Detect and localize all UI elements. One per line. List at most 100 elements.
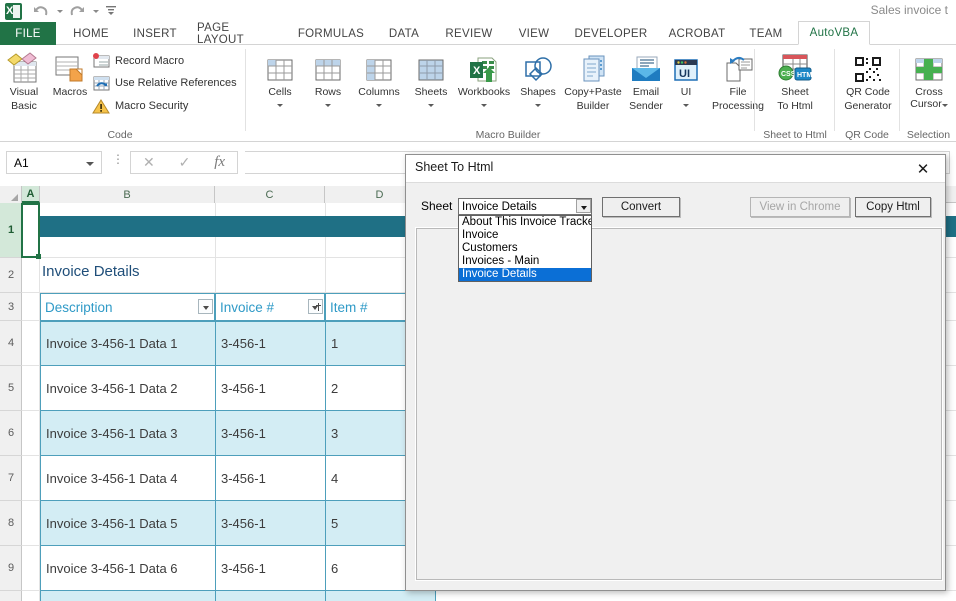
- table-cell-invoice[interactable]: [215, 590, 326, 601]
- table-cell-description[interactable]: [40, 590, 216, 601]
- convert-button[interactable]: Convert: [602, 197, 680, 217]
- shapes-dropdown-icon[interactable]: [535, 98, 541, 110]
- filter-dropdown-icon-description[interactable]: [198, 299, 213, 314]
- tab-autovba[interactable]: AutoVBA: [798, 21, 870, 45]
- table-cell-invoice[interactable]: 3-456-1: [215, 410, 326, 456]
- row-header-1[interactable]: 1: [0, 203, 22, 258]
- redo-dropdown-icon[interactable]: [92, 1, 100, 21]
- columns-dropdown-icon[interactable]: [376, 98, 382, 110]
- tab-file[interactable]: FILE: [0, 22, 56, 45]
- tab-view[interactable]: VIEW: [510, 22, 558, 45]
- checkmark-icon[interactable]: ✓: [179, 154, 191, 171]
- cross-cursor-dropdown-icon[interactable]: [942, 98, 948, 110]
- tab-acrobat[interactable]: ACROBAT: [660, 22, 734, 45]
- use-relative-references-button[interactable]: Use Relative References: [92, 73, 237, 93]
- column-header-b[interactable]: B: [40, 186, 215, 203]
- undo-icon[interactable]: [30, 1, 56, 21]
- macro-security-button[interactable]: Macro Security: [92, 96, 188, 116]
- ui-dropdown-icon[interactable]: [683, 98, 689, 110]
- dialog-title-bar[interactable]: Sheet To Html ✕: [406, 155, 945, 183]
- chevron-down-icon[interactable]: [576, 199, 591, 213]
- row-header-7[interactable]: 7: [0, 456, 22, 501]
- sheet-option-about-this-invoice-tracker[interactable]: About This Invoice Tracker: [459, 216, 591, 229]
- cancel-icon[interactable]: ✕: [143, 154, 155, 171]
- formula-bar-grip[interactable]: ⋮: [112, 153, 124, 171]
- sheet-option-invoice[interactable]: Invoice: [459, 229, 591, 242]
- select-all-corner[interactable]: [0, 186, 22, 203]
- table-cell-invoice[interactable]: 3-456-1: [215, 500, 326, 546]
- row-header-4[interactable]: 4: [0, 321, 22, 366]
- row-header-9[interactable]: 9: [0, 546, 22, 591]
- fx-icon[interactable]: fx: [214, 154, 225, 171]
- tab-page-layout[interactable]: PAGE LAYOUT: [190, 22, 284, 46]
- sheets-dropdown-icon[interactable]: [428, 98, 434, 110]
- sheets-button[interactable]: Sheets: [406, 50, 456, 110]
- sheet-to-html-icon: CSS HTML: [769, 50, 821, 84]
- sheet-select-value[interactable]: Invoice Details: [458, 198, 592, 215]
- name-box-dropdown-icon[interactable]: [86, 162, 94, 166]
- undo-dropdown-icon[interactable]: [56, 1, 64, 21]
- shapes-button[interactable]: Shapes: [512, 50, 564, 110]
- tab-formulas[interactable]: FORMULAS: [290, 22, 372, 45]
- table-cell-invoice[interactable]: 3-456-1: [215, 365, 326, 411]
- table-cell-item[interactable]: [325, 590, 436, 601]
- table-cell-invoice[interactable]: 3-456-1: [215, 545, 326, 591]
- workbooks-dropdown-icon[interactable]: [481, 98, 487, 110]
- record-macro-button[interactable]: Record Macro: [92, 51, 184, 71]
- cells-dropdown-icon[interactable]: [277, 98, 283, 110]
- redo-icon[interactable]: [66, 1, 92, 21]
- tab-home[interactable]: HOME: [62, 22, 120, 45]
- copy-paste-builder-button[interactable]: Copy+Paste Builder: [560, 50, 626, 112]
- workbooks-button[interactable]: X Workbooks: [452, 50, 516, 110]
- ribbon-group-selection: Cross Cursor Selection: [901, 45, 956, 142]
- sheet-option-invoice-details[interactable]: Invoice Details: [459, 268, 591, 281]
- column-header-a[interactable]: A: [22, 186, 40, 203]
- relative-references-icon: [92, 75, 111, 91]
- table-cell-invoice[interactable]: 3-456-1: [215, 455, 326, 501]
- quick-access-toolbar: [0, 0, 124, 22]
- svg-text:HTML: HTML: [797, 72, 815, 79]
- row-header-5[interactable]: 5: [0, 366, 22, 411]
- sheet-select-dropdown-list[interactable]: About This Invoice Tracker Invoice Custo…: [458, 215, 592, 282]
- close-icon[interactable]: ✕: [901, 155, 945, 182]
- customize-quick-access-icon[interactable]: [102, 1, 124, 21]
- tab-data[interactable]: DATA: [380, 22, 428, 45]
- email-sender-button[interactable]: Email Sender: [622, 50, 670, 112]
- ui-label: UI: [680, 86, 692, 98]
- table-cell-description[interactable]: Invoice 3-456-1 Data 1: [40, 321, 216, 366]
- column-header-c[interactable]: C: [215, 186, 325, 203]
- visual-basic-button[interactable]: Visual Basic: [2, 50, 46, 112]
- tab-insert[interactable]: INSERT: [126, 22, 184, 45]
- ribbon-group-sheet-to-html-label: Sheet to Html: [763, 129, 827, 141]
- rows-button[interactable]: Rows: [305, 50, 351, 110]
- rows-dropdown-icon[interactable]: [325, 98, 331, 110]
- tab-review[interactable]: REVIEW: [436, 22, 502, 45]
- tab-developer[interactable]: DEVELOPER: [566, 22, 656, 45]
- ui-button[interactable]: UI UI: [666, 50, 706, 110]
- name-box[interactable]: A1: [6, 151, 102, 174]
- svg-text:CSS: CSS: [781, 71, 796, 78]
- row-header-6[interactable]: 6: [0, 411, 22, 456]
- cells-button[interactable]: Cells: [257, 50, 303, 110]
- tab-team[interactable]: TEAM: [742, 22, 790, 45]
- cross-cursor-button[interactable]: Cross Cursor: [906, 50, 952, 110]
- columns-button[interactable]: Columns: [350, 50, 408, 110]
- table-cell-description[interactable]: Invoice 3-456-1 Data 2: [40, 365, 216, 411]
- sheet-option-customers[interactable]: Customers: [459, 242, 591, 255]
- row-header-2[interactable]: 2: [0, 258, 22, 293]
- copy-html-button[interactable]: Copy Html: [855, 197, 931, 217]
- table-cell-description[interactable]: Invoice 3-456-1 Data 4: [40, 455, 216, 501]
- table-cell-description[interactable]: Invoice 3-456-1 Data 5: [40, 500, 216, 546]
- table-cell-invoice[interactable]: 3-456-1: [215, 321, 326, 366]
- sheet-select[interactable]: Invoice Details: [458, 198, 592, 215]
- table-header-description[interactable]: Description: [40, 293, 215, 321]
- table-cell-description[interactable]: Invoice 3-456-1 Data 6: [40, 545, 216, 591]
- sheet-to-html-button[interactable]: CSS HTML Sheet To Html: [769, 50, 821, 112]
- table-cell-description[interactable]: Invoice 3-456-1 Data 3: [40, 410, 216, 456]
- row-header-8[interactable]: 8: [0, 501, 22, 546]
- row-header-3[interactable]: 3: [0, 293, 22, 321]
- sheet-option-invoices-main[interactable]: Invoices - Main: [459, 255, 591, 268]
- macros-button[interactable]: Macros: [48, 50, 92, 98]
- filter-dropdown-sorted-ascending-icon-invoice[interactable]: [308, 299, 323, 314]
- qr-code-generator-button[interactable]: QR Code Generator: [842, 50, 894, 112]
